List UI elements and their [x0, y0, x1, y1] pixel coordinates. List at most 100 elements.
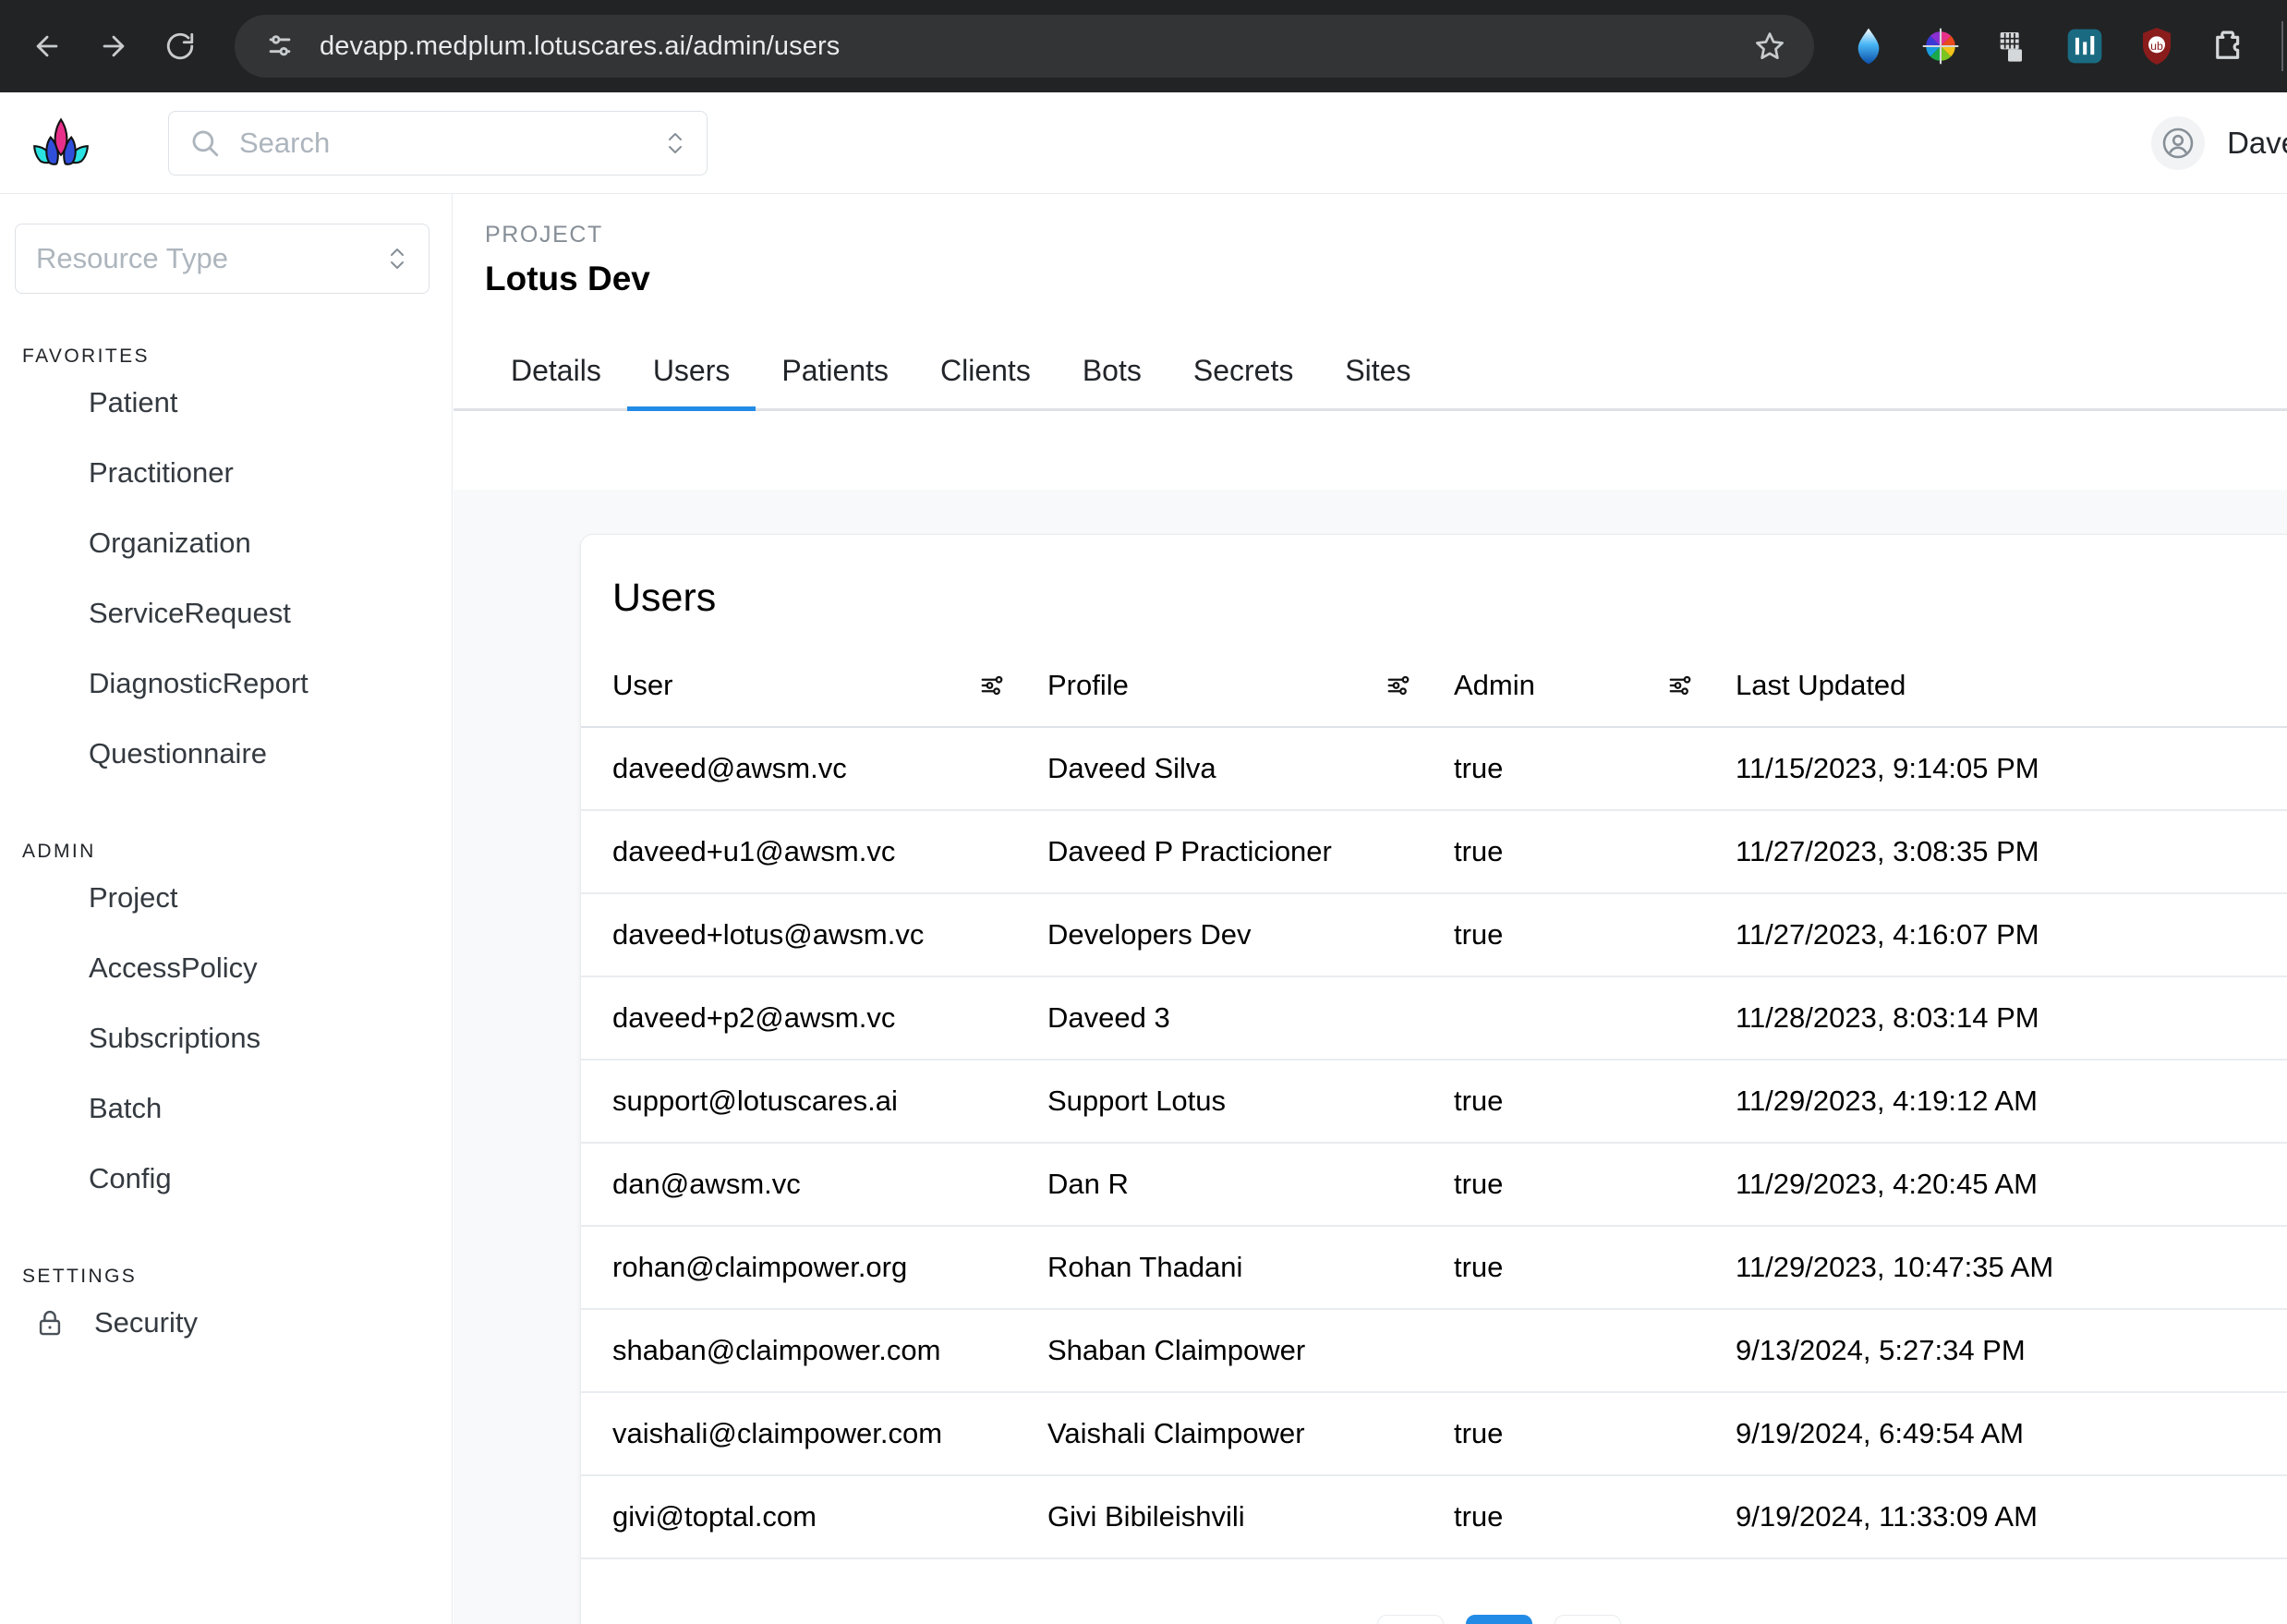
cell-user: dan@awsm.vc	[581, 1143, 1047, 1227]
back-button[interactable]	[18, 18, 76, 75]
tab-details[interactable]: Details	[485, 354, 627, 408]
cell-admin: true	[1454, 1392, 1736, 1476]
reload-button[interactable]	[151, 18, 209, 75]
cell-user: daveed+p2@awsm.vc	[581, 976, 1047, 1060]
user-name: Daveed S	[2227, 125, 2287, 160]
user-menu[interactable]: Daveed S	[2151, 115, 2287, 170]
tab-patients[interactable]: Patients	[756, 354, 914, 408]
project-header: PROJECT Lotus Dev	[454, 194, 2287, 298]
sidebar-item-config[interactable]: Config	[0, 1144, 452, 1214]
sidebar-section-admin: ADMIN Project AccessPolicy Subscriptions…	[0, 841, 452, 1214]
table-row[interactable]: shaban@claimpower.com Shaban Claimpower …	[581, 1309, 2287, 1393]
extension-puzzle[interactable]	[2208, 25, 2250, 67]
cell-last-updated: 11/28/2023, 8:03:14 PM	[1736, 976, 2287, 1060]
cell-last-updated: 9/13/2024, 5:27:34 PM	[1736, 1309, 2287, 1393]
table-row[interactable]: support@lotuscares.ai Support Lotus true…	[581, 1060, 2287, 1144]
column-header-last-updated: Last Updated	[1736, 652, 2287, 728]
sidebar-item-practitioner[interactable]: Practitioner	[0, 438, 452, 508]
pagination-prev-button[interactable]	[1377, 1615, 1444, 1624]
svg-text:ub: ub	[2150, 40, 2163, 53]
tab-bots[interactable]: Bots	[1057, 354, 1168, 408]
arrow-left-icon	[36, 35, 58, 57]
search-placeholder: Search	[239, 126, 331, 159]
column-label-profile: Profile	[1047, 669, 1129, 701]
lock-icon	[31, 1304, 68, 1341]
extension-grid-puzzle[interactable]	[1991, 25, 2034, 67]
section-title-admin: ADMIN	[22, 841, 96, 862]
resource-type-select[interactable]: Resource Type	[15, 224, 430, 294]
cell-admin	[1454, 1309, 1736, 1393]
cell-admin: true	[1454, 1226, 1736, 1310]
sidebar-item-batch[interactable]: Batch	[0, 1073, 452, 1144]
tab-sites[interactable]: Sites	[1319, 354, 1436, 408]
cell-profile: Shaban Claimpower	[1047, 1309, 1454, 1393]
column-label-user: User	[612, 669, 673, 701]
cell-user: support@lotuscares.ai	[581, 1060, 1047, 1144]
sidebar-item-organization[interactable]: Organization	[0, 508, 452, 578]
column-header-user: User	[581, 652, 1047, 728]
bar-lines-icon	[2067, 29, 2102, 64]
sidebar-item-servicerequest[interactable]: ServiceRequest	[0, 578, 452, 648]
tab-clients[interactable]: Clients	[914, 354, 1057, 408]
sidebar: Resource Type FAVORITES Patient Practiti…	[0, 194, 453, 1624]
grid-puzzle-icon	[2000, 32, 2022, 62]
adjustments-icon[interactable]	[979, 672, 1007, 699]
search-input[interactable]: Search	[168, 110, 708, 176]
table-row[interactable]: givi@toptal.com Givi Bibileishvili true …	[581, 1475, 2287, 1559]
sidebar-item-diagnosticreport[interactable]: DiagnosticReport	[0, 648, 452, 719]
table-row[interactable]: daveed+lotus@awsm.vc Developers Dev true…	[581, 893, 2287, 977]
cell-user: rohan@claimpower.org	[581, 1226, 1047, 1310]
extension-color-wheel[interactable]	[1919, 25, 1962, 67]
tab-secrets[interactable]: Secrets	[1168, 354, 1319, 408]
sidebar-item-patient[interactable]: Patient	[0, 368, 452, 438]
table-row[interactable]: daveed+p2@awsm.vc Daveed 3 11/28/2023, 8…	[581, 976, 2287, 1060]
extension-ublock-shield[interactable]: ub	[2136, 25, 2178, 67]
cell-admin: true	[1454, 1060, 1736, 1144]
search-icon	[192, 130, 219, 156]
card-title: Users	[612, 576, 717, 620]
sidebar-item-subscriptions[interactable]: Subscriptions	[0, 1003, 452, 1073]
lotus-logo-icon	[33, 117, 89, 165]
ublock-shield-icon: ub	[2143, 28, 2171, 65]
pagination-next-button[interactable]	[1555, 1615, 1621, 1624]
bookmark-button[interactable]	[1746, 22, 1794, 70]
browser-toolbar: devapp.medplum.lotuscares.ai/admin/users	[0, 0, 2287, 92]
tab-bar: Details Users Patients Clients Bots Secr…	[454, 341, 2287, 411]
adjustments-icon[interactable]	[1667, 672, 1695, 699]
site-settings-button[interactable]	[255, 21, 305, 71]
cell-profile: Vaishali Claimpower	[1047, 1392, 1454, 1476]
table-row[interactable]: rohan@claimpower.org Rohan Thadani true …	[581, 1226, 2287, 1310]
table-row[interactable]: vaishali@claimpower.com Vaishali Claimpo…	[581, 1392, 2287, 1476]
adjustments-icon[interactable]	[1386, 672, 1413, 699]
address-bar[interactable]: devapp.medplum.lotuscares.ai/admin/users	[235, 15, 1814, 78]
cell-last-updated: 11/15/2023, 9:14:05 PM	[1736, 727, 2287, 811]
column-label-admin: Admin	[1454, 669, 1535, 701]
cell-last-updated: 11/29/2023, 4:19:12 AM	[1736, 1060, 2287, 1144]
cell-user: daveed+u1@awsm.vc	[581, 810, 1047, 894]
sidebar-item-questionnaire[interactable]: Questionnaire	[0, 719, 452, 789]
section-title-settings: SETTINGS	[22, 1266, 138, 1287]
app-logo[interactable]	[31, 114, 91, 173]
cell-profile: Daveed 3	[1047, 976, 1454, 1060]
table-row[interactable]: daveed@awsm.vc Daveed Silva true 11/15/2…	[581, 727, 2287, 811]
sidebar-item-accesspolicy[interactable]: AccessPolicy	[0, 933, 452, 1003]
column-label-last-updated: Last Updated	[1736, 669, 1906, 701]
sidebar-item-security[interactable]: Security	[0, 1288, 452, 1358]
pagination-page-1[interactable]: 1	[1466, 1615, 1532, 1624]
content-scroll-area: Users User Profile Admin Last Updated da…	[454, 490, 2287, 1624]
cell-user: shaban@claimpower.com	[581, 1309, 1047, 1393]
chevron-updown-icon[interactable]	[664, 127, 686, 160]
forward-button[interactable]	[85, 18, 142, 75]
cell-admin: true	[1454, 810, 1736, 894]
tab-users[interactable]: Users	[626, 354, 756, 411]
extensions-puzzle-icon	[2216, 30, 2240, 59]
extension-bar-lines[interactable]	[2063, 25, 2106, 67]
sidebar-item-project[interactable]: Project	[0, 863, 452, 933]
extension-bluetooth-teardrop[interactable]	[1847, 25, 1890, 67]
sidebar-section-settings: SETTINGS Security	[0, 1266, 452, 1358]
table-row[interactable]: daveed+u1@awsm.vc Daveed P Practicioner …	[581, 810, 2287, 894]
table-row[interactable]: dan@awsm.vc Dan R true 11/29/2023, 4:20:…	[581, 1143, 2287, 1227]
cell-admin	[1454, 976, 1736, 1060]
cell-admin: true	[1454, 727, 1736, 811]
chevron-updown-icon[interactable]	[386, 242, 408, 275]
